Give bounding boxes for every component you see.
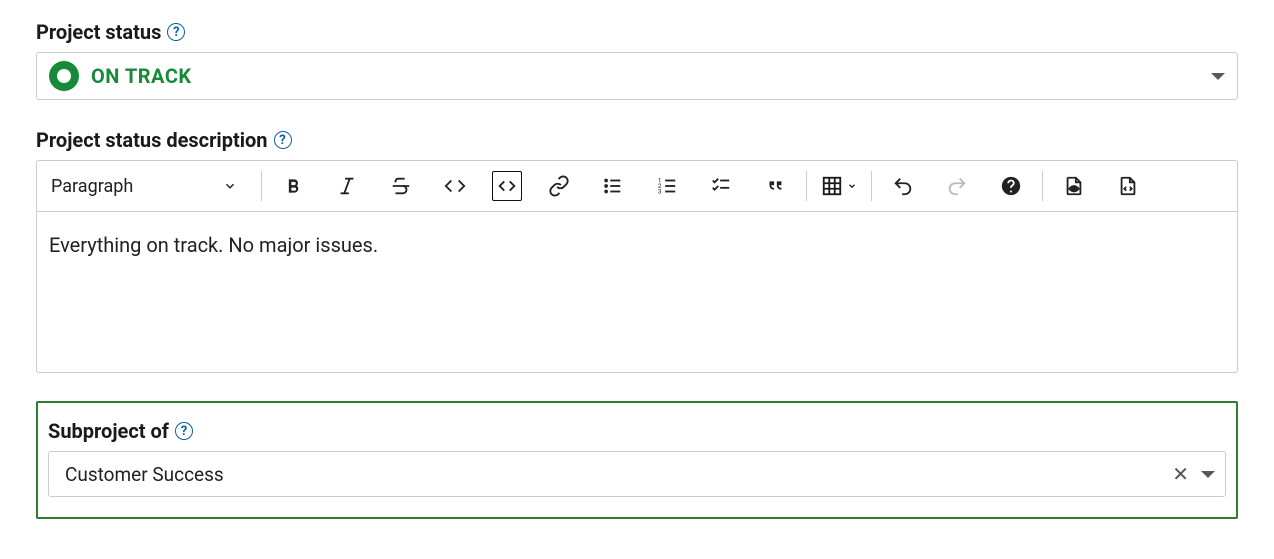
italic-button[interactable] <box>330 169 364 203</box>
project-status-select[interactable]: ON TRACK <box>36 52 1238 100</box>
project-status-label-row: Project status ? <box>36 20 1238 44</box>
ordered-list-icon: 123 <box>656 175 678 197</box>
code-block-button[interactable] <box>492 171 522 201</box>
redo-button[interactable] <box>940 169 974 203</box>
undo-button[interactable] <box>886 169 920 203</box>
status-display: ON TRACK <box>49 61 192 91</box>
preview-icon <box>1063 175 1085 197</box>
svg-text:3: 3 <box>658 187 662 195</box>
combo-actions: ✕ <box>1172 464 1215 484</box>
link-button[interactable] <box>542 169 576 203</box>
description-field: Project status description ? Paragraph <box>36 128 1238 373</box>
chevron-down-icon <box>847 181 857 191</box>
subproject-highlight: Subproject of ? Customer Success ✕ <box>36 401 1238 519</box>
block-type-select[interactable]: Paragraph <box>47 170 247 203</box>
description-label-row: Project status description ? <box>36 128 1238 152</box>
strikethrough-icon <box>390 175 412 197</box>
editor-textarea[interactable]: Everything on track. No major issues. <box>37 212 1237 372</box>
subproject-label-row: Subproject of ? <box>48 419 1226 443</box>
rich-text-editor: Paragraph <box>36 160 1238 373</box>
editor-text: Everything on track. No major issues. <box>49 233 378 257</box>
bold-icon <box>283 176 303 196</box>
bold-button[interactable] <box>276 169 310 203</box>
editor-toolbar: Paragraph <box>37 161 1237 212</box>
toolbar-divider <box>806 171 807 201</box>
ordered-list-button[interactable]: 123 <box>650 169 684 203</box>
source-button[interactable] <box>1111 169 1145 203</box>
table-icon <box>821 175 843 197</box>
status-value: ON TRACK <box>91 64 192 88</box>
status-indicator-icon <box>49 61 79 91</box>
source-icon <box>1117 175 1139 197</box>
block-type-value: Paragraph <box>51 176 133 197</box>
clear-button[interactable]: ✕ <box>1172 464 1189 484</box>
redo-icon <box>946 175 968 197</box>
project-status-field: Project status ? ON TRACK <box>36 20 1238 100</box>
code-block-icon <box>496 175 518 197</box>
table-button[interactable] <box>821 175 857 197</box>
strikethrough-button[interactable] <box>384 169 418 203</box>
subproject-select[interactable]: Customer Success ✕ <box>48 451 1226 497</box>
chevron-down-icon <box>1211 73 1225 80</box>
help-icon[interactable]: ? <box>175 422 193 440</box>
inline-code-button[interactable] <box>438 169 472 203</box>
italic-icon <box>336 175 358 197</box>
chevron-down-icon <box>223 179 237 193</box>
toolbar-divider <box>871 171 872 201</box>
project-status-label: Project status <box>36 20 161 44</box>
undo-icon <box>892 175 914 197</box>
help-circle-icon <box>1000 175 1022 197</box>
quote-icon <box>764 175 786 197</box>
subproject-value: Customer Success <box>65 463 224 486</box>
code-icon <box>444 175 466 197</box>
chevron-down-icon <box>1201 471 1215 478</box>
link-icon <box>548 175 570 197</box>
task-list-button[interactable] <box>704 169 738 203</box>
bullet-list-button[interactable] <box>596 169 630 203</box>
task-list-icon <box>710 175 732 197</box>
preview-button[interactable] <box>1057 169 1091 203</box>
blockquote-button[interactable] <box>758 169 792 203</box>
help-button[interactable] <box>994 169 1028 203</box>
description-label: Project status description <box>36 128 268 152</box>
bullet-list-icon <box>602 175 624 197</box>
toolbar-divider <box>1042 171 1043 201</box>
toolbar-divider <box>261 171 262 201</box>
help-icon[interactable]: ? <box>274 131 292 149</box>
help-icon[interactable]: ? <box>167 23 185 41</box>
subproject-label: Subproject of <box>48 419 169 443</box>
